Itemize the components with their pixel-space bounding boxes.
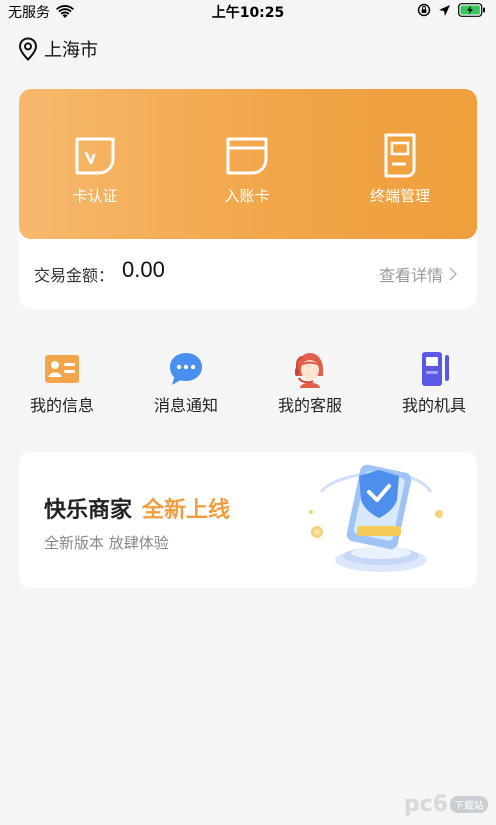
map-pin-icon — [18, 37, 38, 61]
terminal-management-label: 终端管理 — [369, 187, 430, 205]
banner-title: 快乐商家 全新上线 — [44, 492, 230, 524]
menu-my-devices-label: 我的机具 — [401, 396, 466, 415]
menu-my-info[interactable]: 我的信息 — [12, 350, 112, 416]
deposit-card-label: 入账卡 — [224, 187, 270, 205]
location-city: 上海市 — [44, 40, 98, 61]
card-verify-icon — [75, 137, 115, 175]
status-bar: 无服务 上午10:25 — [0, 0, 496, 24]
battery-charging-icon — [458, 3, 485, 17]
view-details-label: 查看详情 — [378, 266, 443, 285]
watermark-sub: 下载站 — [450, 796, 488, 813]
menu-notifications-label: 消息通知 — [153, 396, 218, 415]
terminal-icon — [384, 133, 416, 178]
main-card: 卡认证 入账卡 终端管理 交易金额： 0.00 查看详情 — [19, 89, 477, 309]
terminal-management-button[interactable]: 终端管理 — [330, 133, 470, 206]
menu-my-info-label: 我的信息 — [29, 396, 94, 415]
customer-service-icon — [295, 353, 323, 388]
menu-my-devices[interactable]: 我的机具 — [384, 350, 484, 416]
watermark-logo: pc6 下载站 — [404, 792, 488, 817]
chat-bubble-icon — [170, 353, 202, 385]
amount-value: 0.00 — [122, 257, 165, 282]
menu-notifications[interactable]: 消息通知 — [136, 350, 236, 416]
card-verify-label: 卡认证 — [72, 187, 118, 205]
banner-subtitle: 全新版本 放肆体验 — [44, 534, 169, 552]
promo-banner[interactable]: 快乐商家 全新上线 全新版本 放肆体验 — [19, 452, 477, 588]
view-details-link[interactable]: 查看详情 — [379, 262, 457, 286]
status-right — [417, 3, 486, 17]
phone-shield-illustration — [309, 464, 443, 572]
id-card-icon — [45, 355, 79, 383]
deposit-card-button[interactable]: 入账卡 — [177, 133, 317, 206]
chevron-right-icon — [449, 267, 457, 281]
banner-title-main: 快乐商家 — [44, 498, 133, 523]
location-selector[interactable]: 上海市 — [18, 36, 98, 62]
menu-row: 我的信息 消息通知 我的客服 我的机具 — [0, 350, 496, 420]
deposit-card-icon — [226, 137, 268, 175]
amount-label: 交易金额： — [34, 266, 115, 285]
banner-title-highlight: 全新上线 — [142, 498, 231, 523]
menu-customer-service-label: 我的客服 — [277, 396, 342, 415]
pos-device-icon — [422, 352, 449, 386]
location-arrow-icon — [439, 4, 450, 16]
menu-customer-service[interactable]: 我的客服 — [260, 350, 360, 416]
transaction-amount-row: 交易金额： 0.00 查看详情 — [19, 239, 477, 309]
watermark-text: pc6 — [403, 792, 448, 817]
quick-actions-panel: 卡认证 入账卡 终端管理 — [19, 89, 477, 239]
card-verify-button[interactable]: 卡认证 — [25, 133, 165, 206]
orientation-lock-icon — [417, 3, 431, 17]
